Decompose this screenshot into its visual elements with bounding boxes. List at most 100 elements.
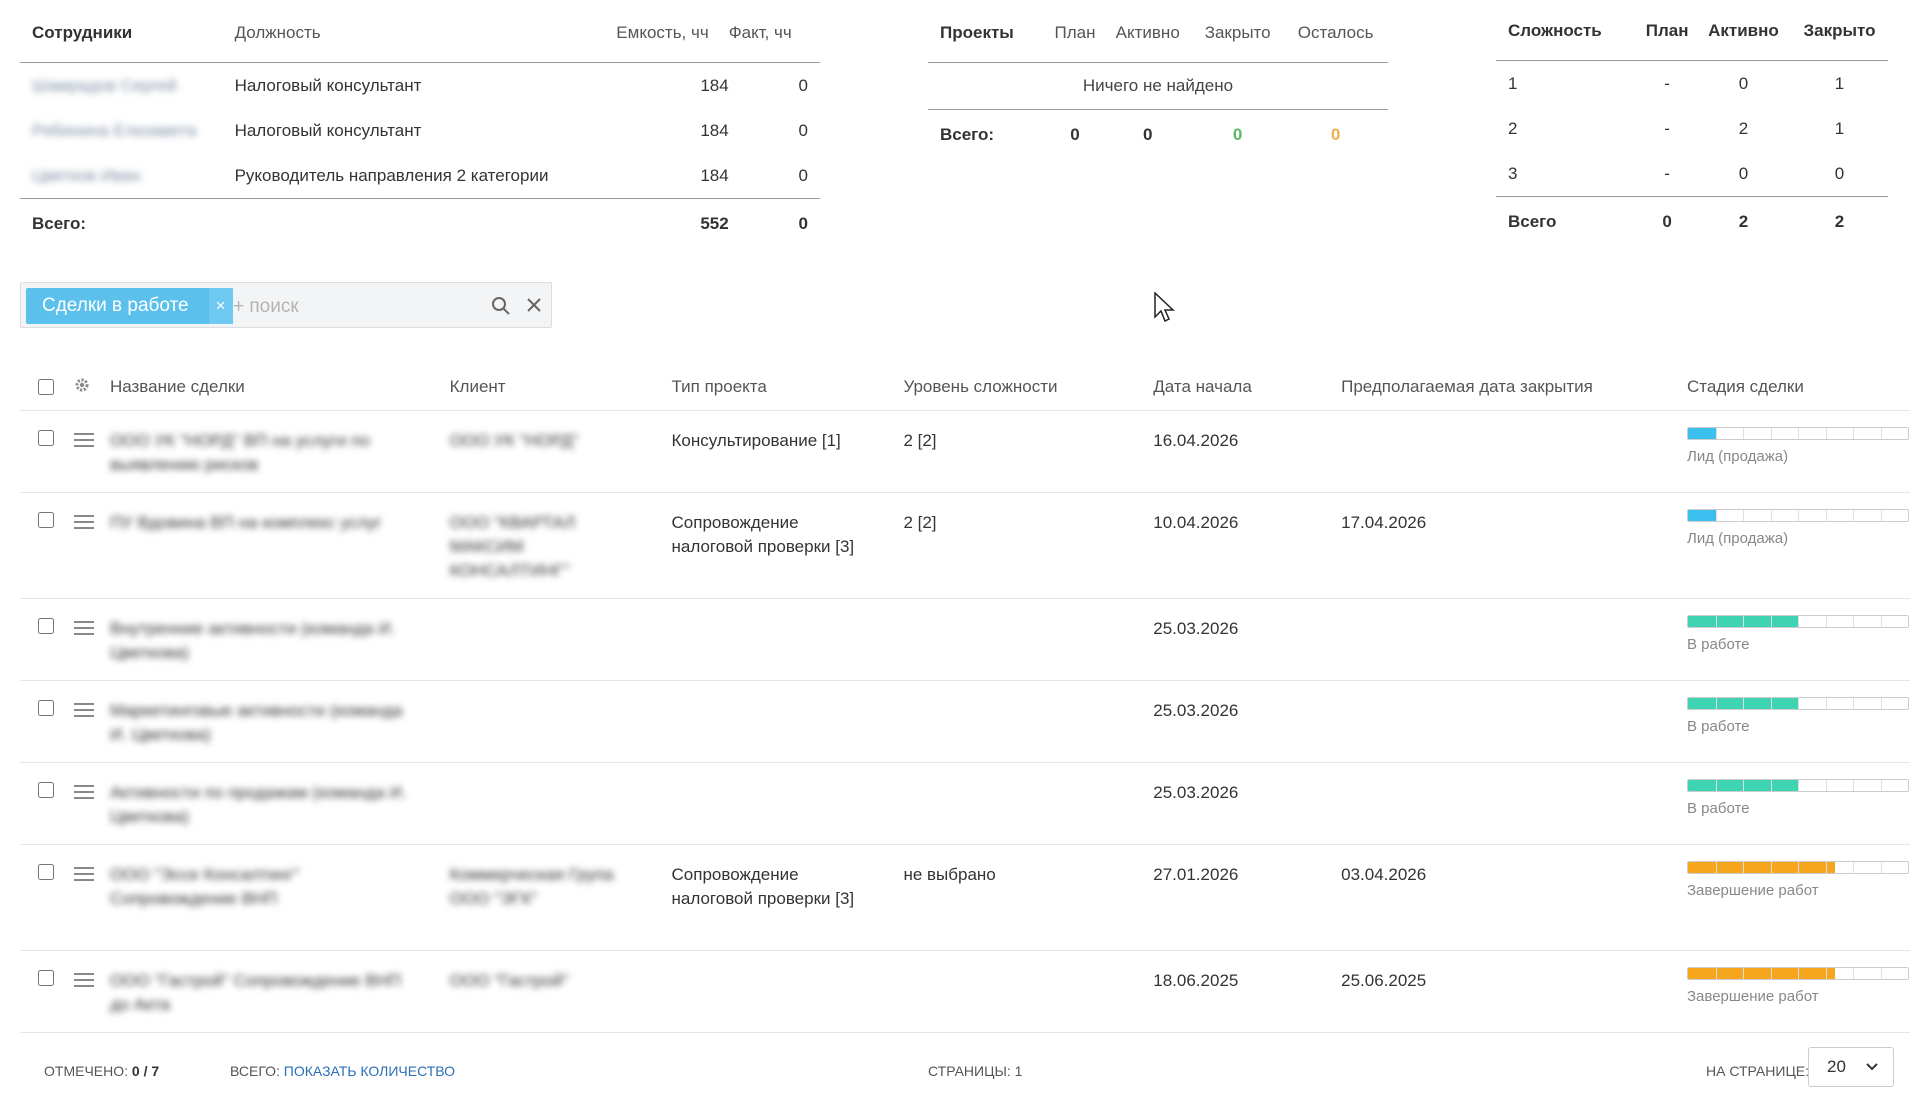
deal-row[interactable]: ПУ Вдовина ВП на комплекс услуг ООО "КВАР… bbox=[20, 492, 1910, 599]
deal-stage-header[interactable]: Стадия сделки bbox=[1686, 364, 1910, 411]
selected-count: Отмечено: 0 / 7 bbox=[44, 1063, 160, 1079]
deal-start-date: 25.03.2026 bbox=[1152, 598, 1341, 681]
employee-name[interactable]: Цветков Иван bbox=[20, 153, 235, 199]
employee-capacity: 184 bbox=[700, 75, 729, 95]
complexity-closed-header: Закрыто bbox=[1803, 21, 1876, 40]
stage-label: В работе bbox=[1687, 800, 1750, 817]
stage-progress-bar bbox=[1687, 697, 1909, 710]
drag-handle-icon[interactable] bbox=[73, 699, 94, 721]
employee-name[interactable]: Шамрадов Сергей bbox=[20, 63, 235, 109]
employee-position: Налоговый консультант bbox=[234, 120, 422, 140]
deal-client[interactable]: Коммерческая Група ООО "ЭГК" bbox=[448, 844, 671, 951]
deal-row[interactable]: Активности по продажам (команда И. Цветк… bbox=[20, 762, 1910, 845]
filter-bar[interactable]: Сделки в работе × bbox=[20, 282, 552, 328]
complexity-level-header[interactable]: Уровень сложности bbox=[902, 364, 1153, 411]
employee-row: Цветков Иван Руководитель направления 2 к… bbox=[20, 153, 820, 199]
deal-select-cell bbox=[20, 680, 73, 763]
deal-row[interactable]: ООО "Эссе Консалтинг" Сопровождение ВНП К… bbox=[20, 844, 1910, 951]
drag-handle-icon[interactable] bbox=[73, 511, 94, 533]
deal-checkbox[interactable] bbox=[38, 430, 54, 446]
search-icon[interactable] bbox=[491, 296, 511, 321]
deal-client[interactable]: ООО "КВАРТАЛ МАКСИМ КОНСАЛТИНГ" bbox=[448, 492, 671, 599]
clear-filter-icon[interactable] bbox=[525, 296, 543, 319]
deal-client[interactable] bbox=[448, 598, 671, 681]
deal-complexity bbox=[902, 950, 1153, 1033]
deal-row[interactable]: ООО "Гастрой" Сопровождение ВНП до Акта О… bbox=[20, 950, 1910, 1033]
deal-stage: Лид (продажа) bbox=[1686, 492, 1910, 599]
deal-stage: В работе bbox=[1686, 680, 1910, 763]
deal-name[interactable]: Внутренние активности (команда И. Цветко… bbox=[108, 598, 449, 681]
deal-stage: Завершение работ bbox=[1686, 950, 1910, 1033]
complexity-row: 2 - 2 1 bbox=[1496, 106, 1888, 151]
deal-name[interactable]: ООО УК "НОРД" ВП на услуги по выявлению … bbox=[108, 410, 449, 493]
complexity-total-label: Всего bbox=[1508, 212, 1557, 231]
project-type-header[interactable]: Тип проекта bbox=[670, 364, 903, 411]
empty-message: Ничего не найдено bbox=[1082, 76, 1234, 95]
complexity-active: 2 bbox=[1738, 118, 1749, 138]
drag-handle-icon[interactable] bbox=[73, 969, 94, 991]
stage-label: В работе bbox=[1687, 636, 1750, 653]
employee-row: Шамрадов Сергей Налоговый консультант 184 0 bbox=[20, 63, 820, 109]
deal-checkbox[interactable] bbox=[38, 512, 54, 528]
remaining-header: Осталось bbox=[1297, 23, 1374, 42]
complexity-active-header: Активно bbox=[1708, 21, 1779, 40]
select-all-checkbox[interactable] bbox=[38, 378, 54, 395]
search-input[interactable] bbox=[231, 291, 495, 323]
deal-client[interactable]: ООО УК "НОРД" bbox=[448, 410, 671, 493]
complexity-active: 0 bbox=[1738, 73, 1749, 93]
deal-name[interactable]: ООО "Гастрой" Сопровождение ВНП до Акта bbox=[108, 950, 449, 1033]
deal-name-header[interactable]: Название сделки bbox=[108, 364, 449, 411]
closed-header: Закрыто bbox=[1204, 23, 1271, 42]
projects-total-plan: 0 bbox=[1070, 125, 1080, 144]
deal-name[interactable]: Маркетинговые активности (команда И. Цве… bbox=[108, 680, 449, 763]
deal-checkbox[interactable] bbox=[38, 618, 54, 634]
per-page-select[interactable]: 20 bbox=[1808, 1047, 1894, 1087]
complexity-row: 1 - 0 1 bbox=[1496, 61, 1888, 107]
close-date-header[interactable]: Предполагаемая дата закрытия bbox=[1340, 364, 1686, 411]
deal-row[interactable]: ООО УК "НОРД" ВП на услуги по выявлению … bbox=[20, 410, 1910, 493]
drag-handle-icon[interactable] bbox=[73, 429, 94, 451]
deal-name[interactable]: Активности по продажам (команда И. Цветк… bbox=[108, 762, 449, 845]
filter-tag[interactable]: Сделки в работе × bbox=[26, 288, 233, 324]
deal-start-date: 10.04.2026 bbox=[1152, 492, 1341, 599]
deal-checkbox[interactable] bbox=[38, 970, 54, 986]
employee-capacity: 184 bbox=[700, 120, 729, 140]
deal-select-cell bbox=[20, 410, 73, 493]
mouse-cursor-icon bbox=[1154, 291, 1176, 329]
deal-row[interactable]: Маркетинговые активности (команда И. Цве… bbox=[20, 680, 1910, 763]
deal-checkbox[interactable] bbox=[38, 864, 54, 880]
start-date-header[interactable]: Дата начала bbox=[1152, 364, 1341, 411]
drag-handle-cell bbox=[72, 950, 109, 1033]
stage-progress-fill bbox=[1688, 510, 1716, 521]
deal-name[interactable]: ПУ Вдовина ВП на комплекс услуг bbox=[108, 492, 449, 599]
filter-tag-remove-button[interactable]: × bbox=[208, 288, 233, 324]
complexity-closed: 1 bbox=[1834, 118, 1845, 138]
deal-client[interactable] bbox=[448, 762, 671, 845]
show-count-link[interactable]: показать количество bbox=[284, 1063, 455, 1079]
deal-start-date: 18.06.2025 bbox=[1152, 950, 1341, 1033]
drag-handle-icon[interactable] bbox=[73, 863, 94, 885]
projects-total-remaining: 0 bbox=[1330, 125, 1341, 144]
deal-start-date: 25.03.2026 bbox=[1152, 680, 1341, 763]
deal-row[interactable]: Внутренние активности (команда И. Цветко… bbox=[20, 598, 1910, 681]
client-header[interactable]: Клиент bbox=[448, 364, 671, 411]
fact-header: Факт, чч bbox=[728, 23, 792, 42]
drag-handle-cell bbox=[72, 762, 109, 845]
per-page-value: 20 bbox=[1827, 1057, 1846, 1076]
employee-name[interactable]: Рябинина Елизавета bbox=[20, 108, 235, 153]
drag-handle-icon[interactable] bbox=[73, 781, 94, 803]
employee-capacity: 184 bbox=[700, 165, 729, 185]
deal-start-date: 25.03.2026 bbox=[1152, 762, 1341, 845]
stage-progress-bar bbox=[1687, 861, 1909, 874]
deal-checkbox[interactable] bbox=[38, 700, 54, 716]
projects-total-closed: 0 bbox=[1232, 125, 1243, 144]
complexity-table: Сложность План Активно Закрыто 1 - 0 1 2 - 2 1 3… bbox=[1496, 14, 1888, 247]
gear-icon[interactable] bbox=[74, 378, 90, 397]
deal-client[interactable] bbox=[448, 680, 671, 763]
deal-name[interactable]: ООО "Эссе Консалтинг" Сопровождение ВНП bbox=[108, 844, 449, 951]
complexity-total-closed: 2 bbox=[1834, 212, 1845, 231]
stage-progress-bar bbox=[1687, 427, 1909, 440]
drag-handle-icon[interactable] bbox=[73, 617, 94, 639]
deal-client[interactable]: ООО "Гастрой" bbox=[448, 950, 671, 1033]
deal-checkbox[interactable] bbox=[38, 782, 54, 798]
